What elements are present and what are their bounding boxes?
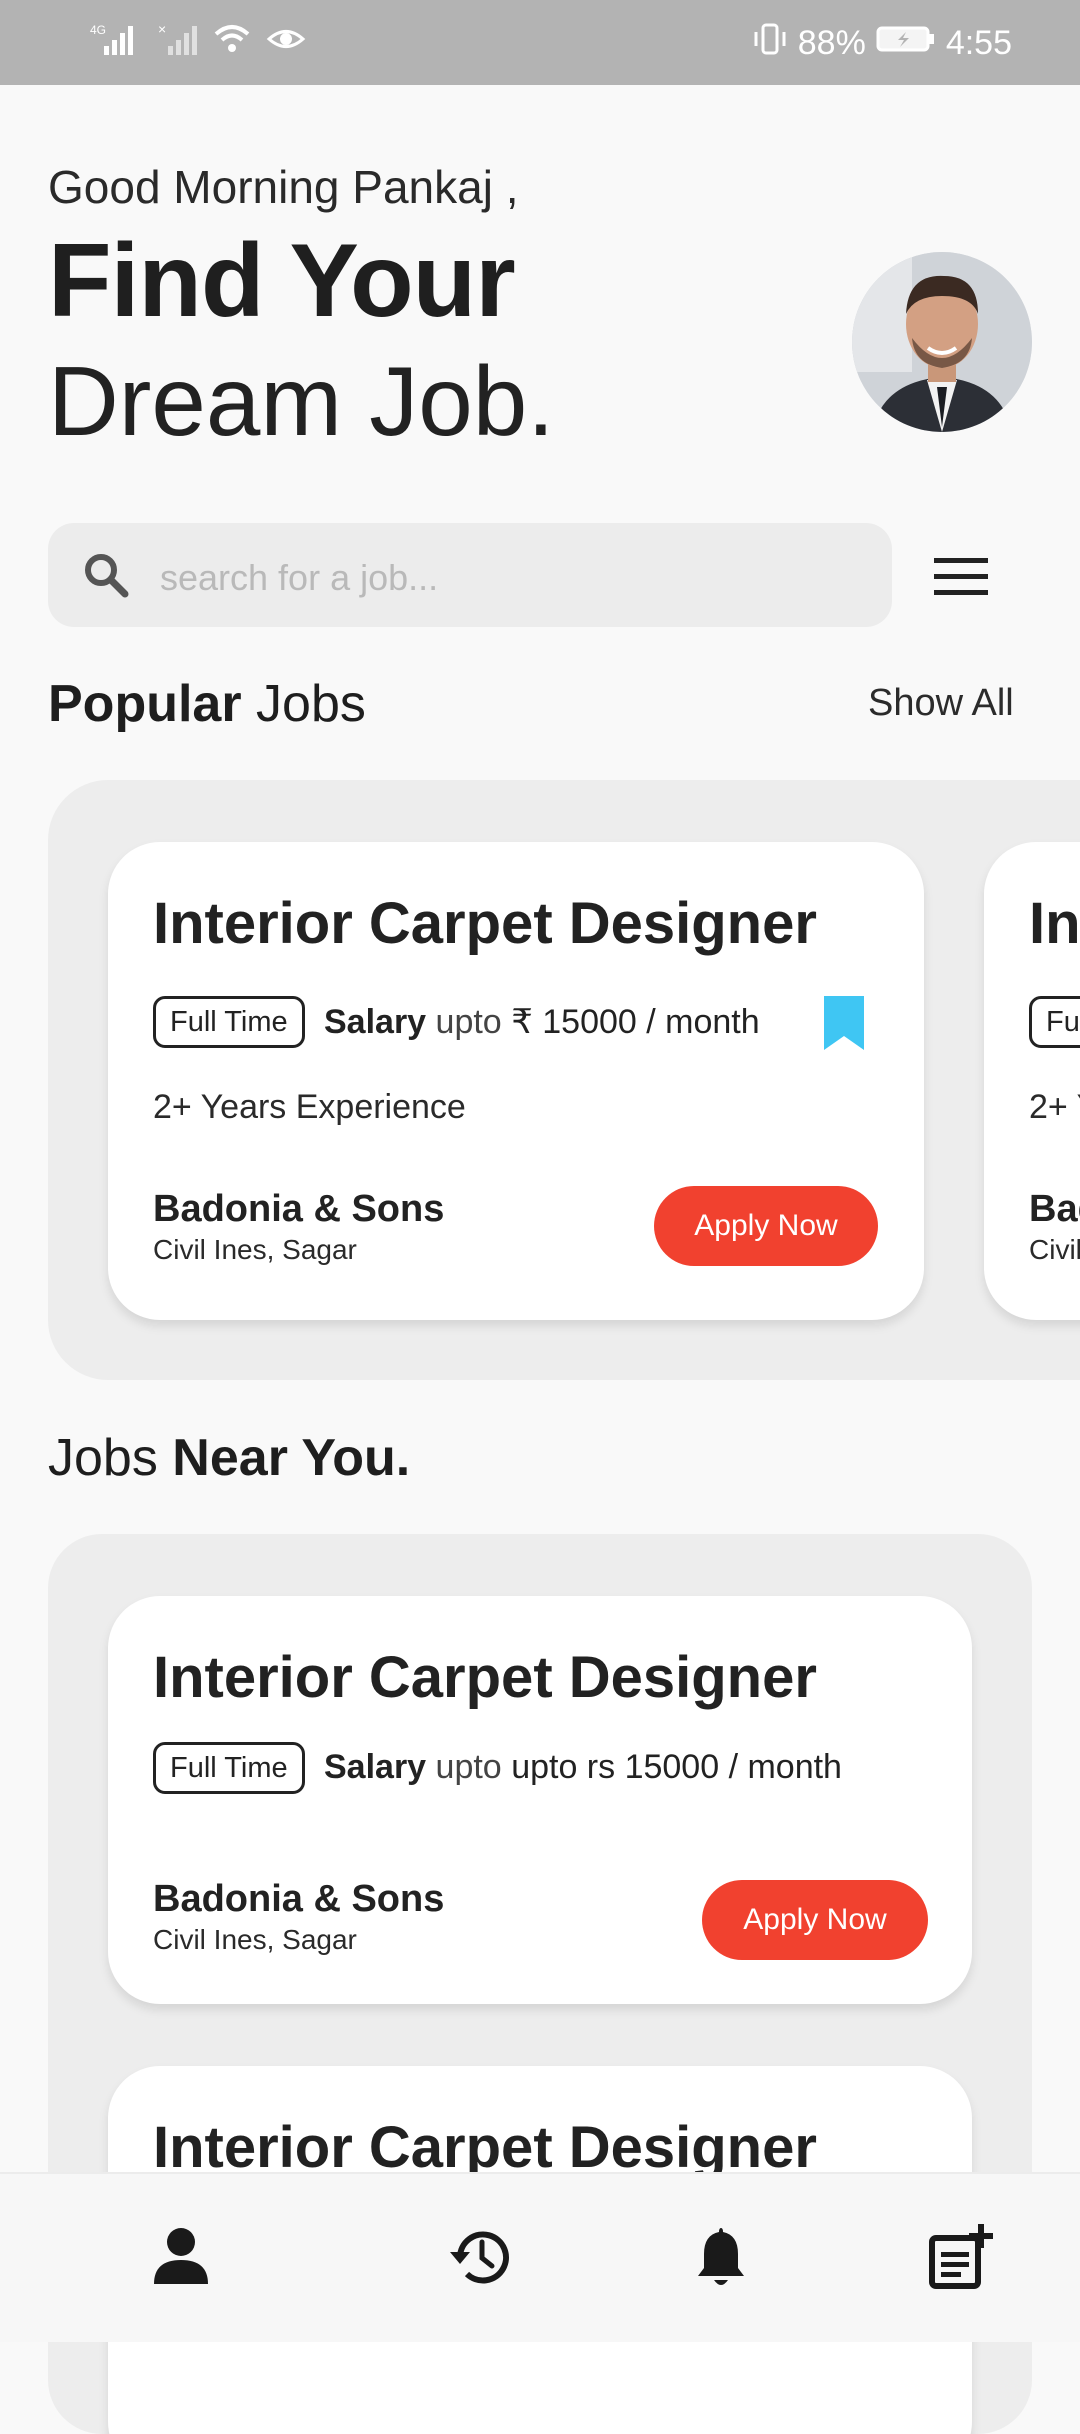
person-icon[interactable] (146, 2222, 216, 2292)
bookmark-icon[interactable] (822, 994, 866, 1052)
popular-title-bold: Popular (48, 675, 242, 733)
menu-icon[interactable] (932, 556, 990, 598)
search-icon (82, 551, 130, 599)
job-type-chip: Full Time (1029, 996, 1080, 1048)
apply-now-button[interactable]: Apply Now (654, 1186, 878, 1266)
show-all-link[interactable]: Show All (868, 682, 1014, 725)
job-title: Interior Carpet Designer (153, 1645, 817, 1710)
company-location: Civil Ines, Sagar (1029, 1234, 1080, 1265)
company-name: Badonia & Sons (1029, 1188, 1080, 1230)
job-card[interactable]: Interior Carpet Designer Full Time 2+ Ye… (984, 842, 1080, 1320)
headline-line-2: Dream Job. (48, 346, 555, 456)
company-name: Badonia & Sons (153, 1188, 445, 1230)
signal-icon: 4G (90, 22, 144, 61)
greeting: Good Morning Pankaj , (48, 161, 519, 213)
avatar[interactable] (852, 252, 1032, 432)
popular-title-rest: Jobs (241, 675, 366, 733)
jobs-near-you-title: Jobs Near You. (48, 1428, 410, 1488)
battery-icon (876, 24, 936, 63)
clock-time: 4:55 (945, 24, 1012, 62)
search-placeholder: search for a job... (160, 557, 439, 598)
signal-off-icon: × (158, 21, 198, 61)
job-title: Interior Carpet Designer (153, 891, 817, 956)
svg-text:×: × (158, 22, 166, 37)
apply-now-button[interactable]: Apply Now (702, 1880, 928, 1960)
wifi-icon (212, 22, 252, 61)
search-input[interactable]: search for a job... (48, 523, 892, 627)
battery-percent: 88% (797, 24, 866, 62)
popular-jobs-title: Popular Jobs (48, 674, 366, 734)
headline-line-1: Find Your (48, 223, 516, 339)
company-name: Badonia & Sons (153, 1878, 445, 1920)
job-card[interactable]: Interior Carpet Designer Full Time Salar… (108, 1596, 972, 2004)
job-card[interactable]: Interior Carpet Designer Full Time Salar… (108, 842, 924, 1320)
history-icon[interactable] (446, 2222, 516, 2292)
svg-text:4G: 4G (90, 23, 106, 37)
eye-icon (266, 22, 306, 61)
popular-jobs-carousel[interactable]: Interior Carpet Designer Full Time Salar… (48, 780, 1080, 1380)
experience-text: 2+ Years Experience (1029, 1088, 1080, 1126)
company-location: Civil Ines, Sagar (153, 1924, 357, 1955)
near-title-rest: Jobs (48, 1429, 173, 1487)
post-add-icon[interactable] (926, 2222, 996, 2292)
experience-text: 2+ Years Experience (153, 1088, 466, 1126)
salary-text: Salary upto upto rs 15000 / month (324, 1748, 842, 1786)
vibrate-icon (752, 22, 788, 65)
bottom-nav (0, 2172, 1080, 2342)
near-title-bold: Near You. (172, 1429, 411, 1487)
job-type-chip: Full Time (153, 1742, 305, 1794)
job-title: Interior Carpet Designer (153, 2115, 817, 2180)
salary-text: Salary upto ₹ 15000 / month (324, 1003, 760, 1041)
job-title: Interior Carpet Designer (1029, 891, 1080, 956)
job-type-chip: Full Time (153, 996, 305, 1048)
status-bar: 4G × 88% 4:55 (0, 0, 1080, 85)
bell-icon[interactable] (686, 2222, 756, 2292)
company-location: Civil Ines, Sagar (153, 1234, 357, 1265)
